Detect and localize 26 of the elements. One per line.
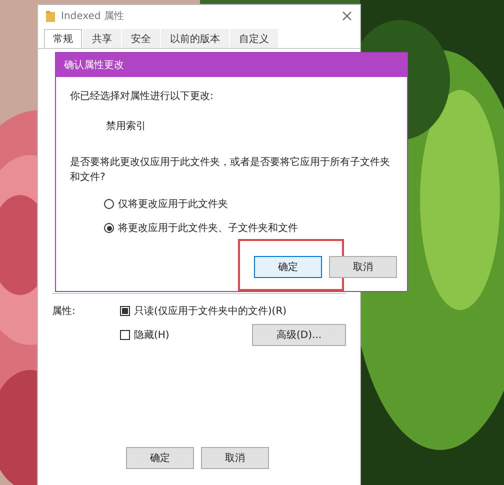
intro-text: 你已经选择对属性进行以下更改: xyxy=(70,90,214,103)
cancel-button[interactable]: 取消 xyxy=(329,256,397,278)
cancel-button[interactable]: 取消 xyxy=(201,447,269,469)
change-text: 禁用索引 xyxy=(106,120,147,133)
close-icon[interactable] xyxy=(342,11,352,21)
ok-button[interactable]: 确定 xyxy=(254,256,322,278)
checkbox[interactable] xyxy=(120,330,130,340)
tab[interactable]: 以前的版本 xyxy=(161,29,229,48)
tab[interactable]: 自定义 xyxy=(230,29,278,48)
radio-label[interactable]: 仅将更改应用于此文件夹 xyxy=(118,197,228,211)
ok-button[interactable]: 确定 xyxy=(126,447,194,469)
radio-button[interactable] xyxy=(104,223,114,233)
checkbox-label[interactable]: 隐藏(H) xyxy=(134,328,170,342)
advanced-button[interactable]: 高级(D)... xyxy=(252,324,346,346)
tab[interactable]: 常规 xyxy=(44,29,82,48)
checkbox[interactable] xyxy=(120,306,130,316)
dialog-title: 确认属性更改 xyxy=(56,53,407,77)
question-text: 是否要将此更改仅应用于此文件夹，或者是否要将它应用于所有子文件夹和文件? xyxy=(70,156,391,185)
attributes-label: 属性: xyxy=(52,304,76,318)
radio-label[interactable]: 将更改应用于此文件夹、子文件夹和文件 xyxy=(118,221,298,235)
folder-icon xyxy=(46,10,55,22)
tab[interactable]: 安全 xyxy=(122,29,160,48)
tab[interactable]: 共享 xyxy=(83,29,121,48)
checkbox-label[interactable]: 只读(仅应用于文件夹中的文件)(R) xyxy=(134,304,287,318)
window-title: Indexed 属性 xyxy=(61,10,124,23)
radio-button[interactable] xyxy=(104,199,114,209)
